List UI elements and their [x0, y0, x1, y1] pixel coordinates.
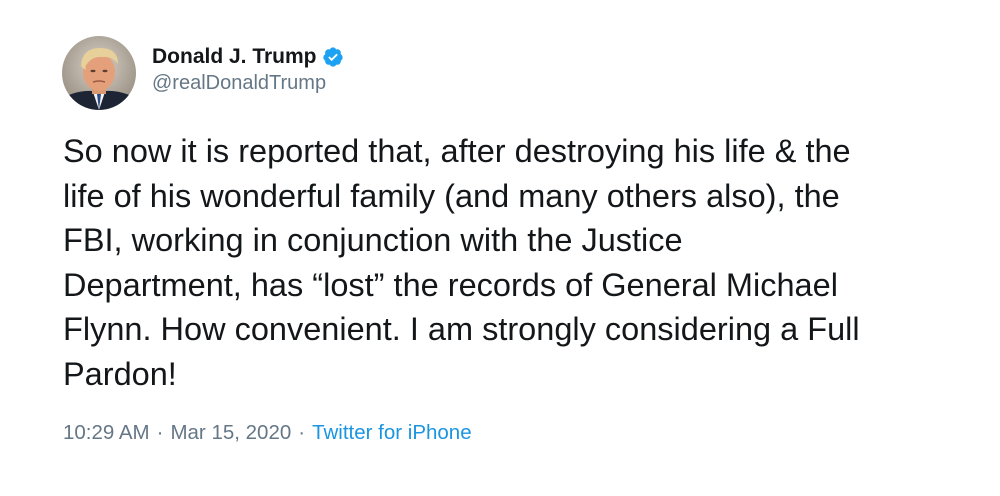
tweet-source-link[interactable]: Twitter for iPhone [312, 421, 472, 445]
tweet-header: Donald J. Trump @realDonaldTrump [62, 36, 344, 110]
meta-separator: · [156, 421, 164, 444]
tweet-text: So now it is reported that, after destro… [63, 133, 860, 392]
display-name[interactable]: Donald J. Trump [152, 45, 317, 69]
tweet-meta: 10:29 AM · Mar 15, 2020 · Twitter for iP… [63, 421, 472, 445]
tweet-time[interactable]: 10:29 AM [63, 421, 150, 445]
author-handle[interactable]: @realDonaldTrump [152, 72, 344, 95]
author-names: Donald J. Trump @realDonaldTrump [152, 42, 344, 95]
meta-separator: · [298, 421, 306, 444]
avatar[interactable] [62, 36, 136, 110]
verified-badge-icon [322, 46, 344, 68]
profile-photo-icon [62, 36, 136, 110]
tweet-card: Donald J. Trump @realDonaldTrump So now … [0, 0, 1000, 496]
name-row: Donald J. Trump [152, 42, 344, 72]
tweet-date[interactable]: Mar 15, 2020 [170, 421, 291, 445]
